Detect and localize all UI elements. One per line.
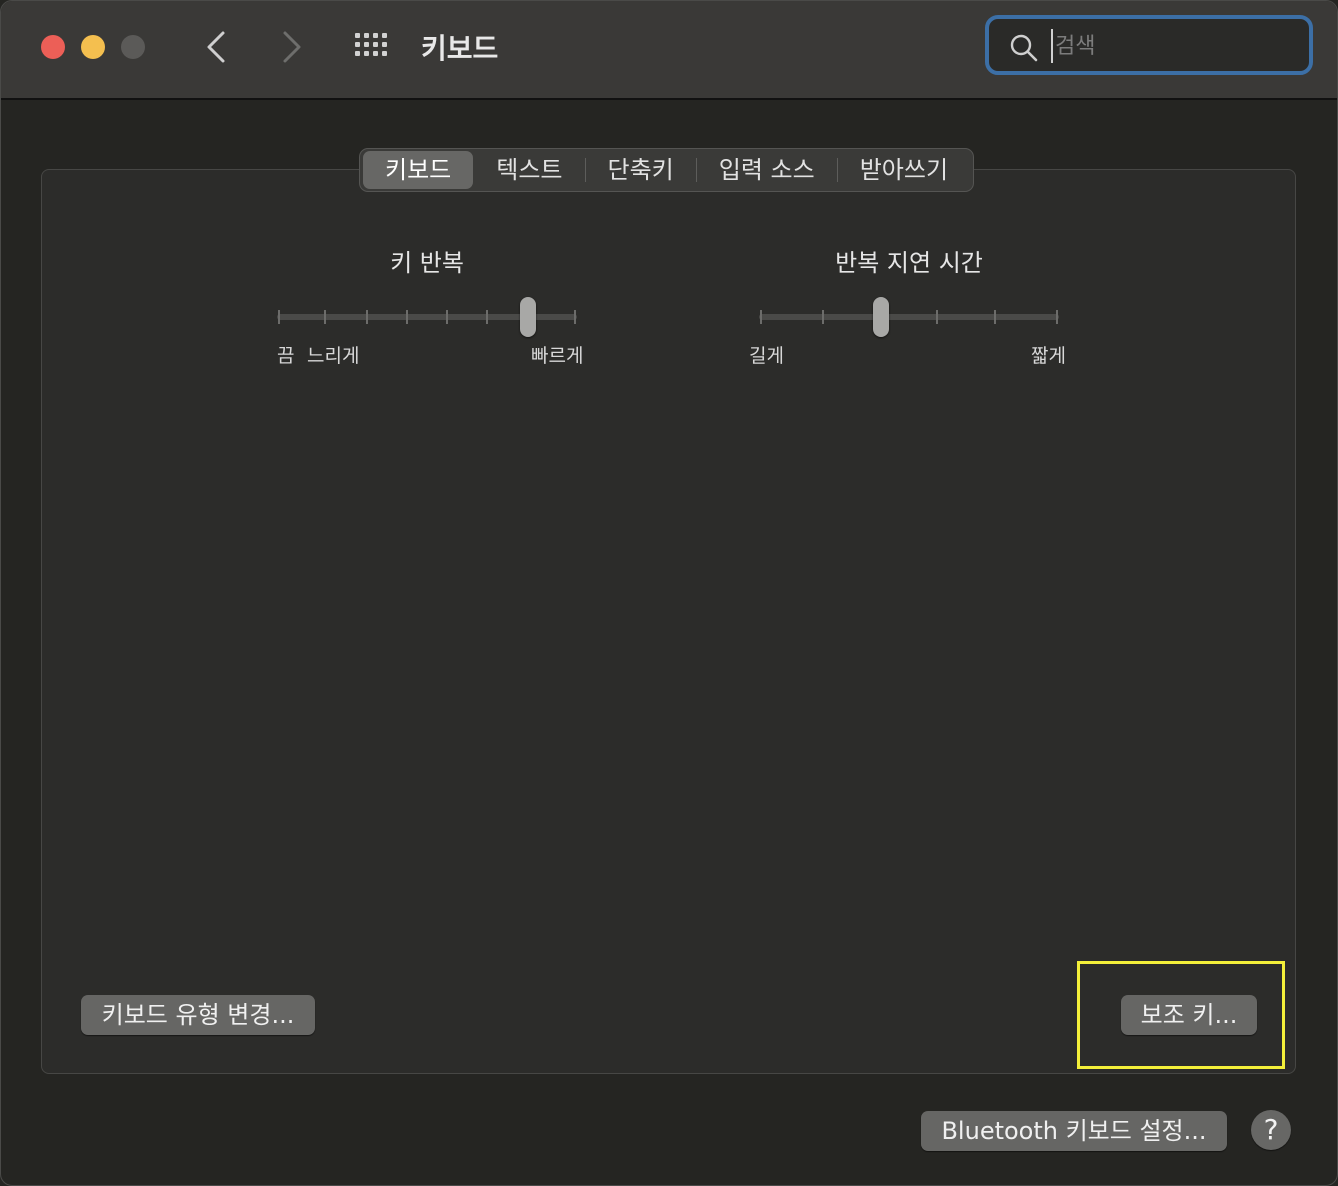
chevron-right-icon [283,31,301,63]
key-repeat-title: 키 반복 [390,249,464,277]
delay-short-label: 짧게 [1031,345,1066,367]
key-repeat-fast-label: 빠르게 [531,345,584,367]
tab-bar: 키보드 텍스트 단축키 입력 소스 받아쓰기 [359,148,975,192]
key-repeat-off-label: 끔 [277,345,295,367]
window-title: 키보드 [421,32,499,65]
bluetooth-keyboard-setup-button[interactable]: Bluetooth 키보드 설정... [921,1111,1227,1151]
system-preferences-window: 키보드 키보드 텍스트 단축키 입력 소스 받아쓰기 키 반복 끔 느리게 빠르… [0,0,1338,1186]
title-bar: 키보드 [1,1,1337,100]
tab-dictation[interactable]: 받아쓰기 [838,151,970,189]
slider-tick [760,310,762,324]
forward-button[interactable] [273,27,309,67]
keyboard-settings-panel [41,169,1296,1074]
slider-tick [994,310,996,324]
delay-until-repeat-title: 반복 지연 시간 [835,249,983,277]
chevron-left-icon [207,31,225,63]
tab-keyboard[interactable]: 키보드 [363,151,474,189]
search-field[interactable] [985,15,1313,75]
tab-input-sources[interactable]: 입력 소스 [697,151,837,189]
zoom-button[interactable] [121,35,145,59]
slider-tick [324,310,326,324]
slider-tick [366,310,368,324]
close-button[interactable] [41,35,65,59]
slider-tick [446,310,448,324]
slider-tick [822,310,824,324]
delay-long-label: 길게 [749,345,784,367]
show-all-button[interactable] [353,31,391,63]
slider-tick [1056,310,1058,324]
slider-tick [936,310,938,324]
delay-until-repeat-slider-knob[interactable] [873,297,889,337]
search-input[interactable] [1051,29,1305,63]
help-button[interactable]: ? [1251,1110,1291,1150]
highlight-box [1077,961,1285,1069]
tab-text[interactable]: 텍스트 [474,151,584,189]
key-repeat-slow-label: 느리게 [307,345,360,367]
slider-tick [278,310,280,324]
key-repeat-slider-knob[interactable] [520,297,536,337]
minimize-button[interactable] [81,35,105,59]
slider-tick [486,310,488,324]
search-icon [1010,34,1038,62]
tab-shortcuts[interactable]: 단축키 [586,151,696,189]
slider-tick [574,310,576,324]
back-button[interactable] [199,27,235,67]
delay-until-repeat-slider[interactable] [759,314,1059,320]
change-keyboard-type-button[interactable]: 키보드 유형 변경... [81,995,315,1035]
slider-tick [406,310,408,324]
